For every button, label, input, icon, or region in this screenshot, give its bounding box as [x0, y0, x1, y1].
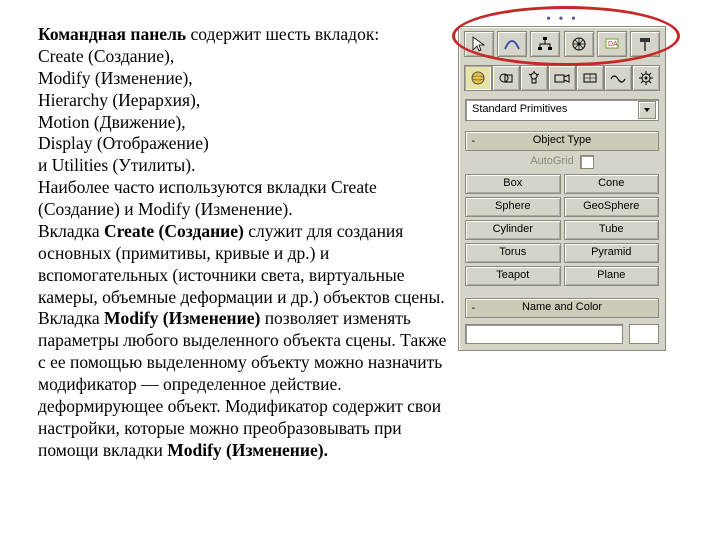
btn-box[interactable]: Box: [465, 174, 561, 194]
object-name-input[interactable]: [465, 324, 623, 344]
btn-geosphere[interactable]: GeoSphere: [564, 197, 660, 217]
cat-geometry[interactable]: [464, 65, 492, 91]
cat-systems[interactable]: [632, 65, 660, 91]
cursor-icon: [470, 35, 488, 53]
line-create: Create (Создание),: [38, 46, 174, 66]
paragraph-3: Вкладка Create (Создание) служит для соз…: [38, 221, 446, 460]
object-type-header[interactable]: - Object Type: [465, 131, 659, 151]
dropdown-value: Standard Primitives: [472, 103, 567, 117]
dropdown-row: Standard Primitives: [459, 95, 665, 125]
helper-icon: [581, 69, 599, 87]
name-color-body: [459, 318, 665, 350]
wheel-icon: [570, 35, 588, 53]
tab-motion[interactable]: [564, 31, 594, 57]
line-display: Display (Отображение): [38, 133, 209, 153]
btn-cone[interactable]: Cone: [564, 174, 660, 194]
description-text: Командная панель содержит шесть вкладок:…: [38, 24, 458, 462]
dropdown-arrow[interactable]: [638, 101, 656, 119]
tab-create[interactable]: [464, 31, 494, 57]
object-type-title: Object Type: [466, 134, 658, 148]
name-color-header[interactable]: - Name and Color: [465, 298, 659, 318]
lead-bold: Командная панель: [38, 24, 191, 44]
tab-modify[interactable]: [497, 31, 527, 57]
cat-helpers[interactable]: [576, 65, 604, 91]
object-type-grid: Box Cone Sphere GeoSphere Cylinder Tube …: [459, 171, 665, 292]
cat-lights[interactable]: [520, 65, 548, 91]
btn-torus[interactable]: Torus: [465, 243, 561, 263]
btn-pyramid[interactable]: Pyramid: [564, 243, 660, 263]
arc-icon: [503, 35, 521, 53]
autogrid-checkbox[interactable]: [580, 155, 594, 169]
wave-icon: [609, 69, 627, 87]
panel-grip-dots: • • •: [458, 16, 666, 26]
btn-tube[interactable]: Tube: [564, 220, 660, 240]
svg-text:DA: DA: [608, 41, 618, 48]
line-utilities: и Utilities (Утилиты).: [38, 155, 195, 175]
hierarchy-icon: [536, 35, 554, 53]
tab-utilities[interactable]: [630, 31, 660, 57]
command-panel: • • • DA: [458, 16, 666, 351]
btn-plane[interactable]: Plane: [564, 266, 660, 286]
chevron-down-icon: [643, 106, 651, 114]
autogrid-row: AutoGrid: [459, 151, 665, 171]
primitives-dropdown[interactable]: Standard Primitives: [465, 99, 659, 121]
main-tabs-row: DA: [459, 27, 665, 61]
line-motion: Motion (Движение),: [38, 112, 186, 132]
line-hierarchy: Hierarchy (Иерархия),: [38, 90, 200, 110]
gear-icon: [637, 69, 655, 87]
tab-display[interactable]: DA: [597, 31, 627, 57]
shapes-icon: [497, 69, 515, 87]
tab-hierarchy[interactable]: [530, 31, 560, 57]
btn-cylinder[interactable]: Cylinder: [465, 220, 561, 240]
camera-icon: [553, 69, 571, 87]
category-row: [459, 61, 665, 95]
cat-spacewarps[interactable]: [604, 65, 632, 91]
autogrid-label: AutoGrid: [530, 155, 573, 169]
display-icon: DA: [603, 35, 621, 53]
line-modify: Modify (Изменение),: [38, 68, 193, 88]
btn-sphere[interactable]: Sphere: [465, 197, 561, 217]
light-icon: [525, 69, 543, 87]
sphere-icon: [469, 69, 487, 87]
hammer-icon: [636, 35, 654, 53]
panel-body: DA: [458, 26, 666, 351]
btn-teapot[interactable]: Teapot: [465, 266, 561, 286]
object-color-swatch[interactable]: [629, 324, 659, 344]
paragraph-2: Наиболее часто используются вкладки Crea…: [38, 177, 377, 219]
lead-rest: содержит шесть вкладок:: [191, 24, 380, 44]
cat-cameras[interactable]: [548, 65, 576, 91]
cat-shapes[interactable]: [492, 65, 520, 91]
name-color-title: Name and Color: [466, 301, 658, 315]
